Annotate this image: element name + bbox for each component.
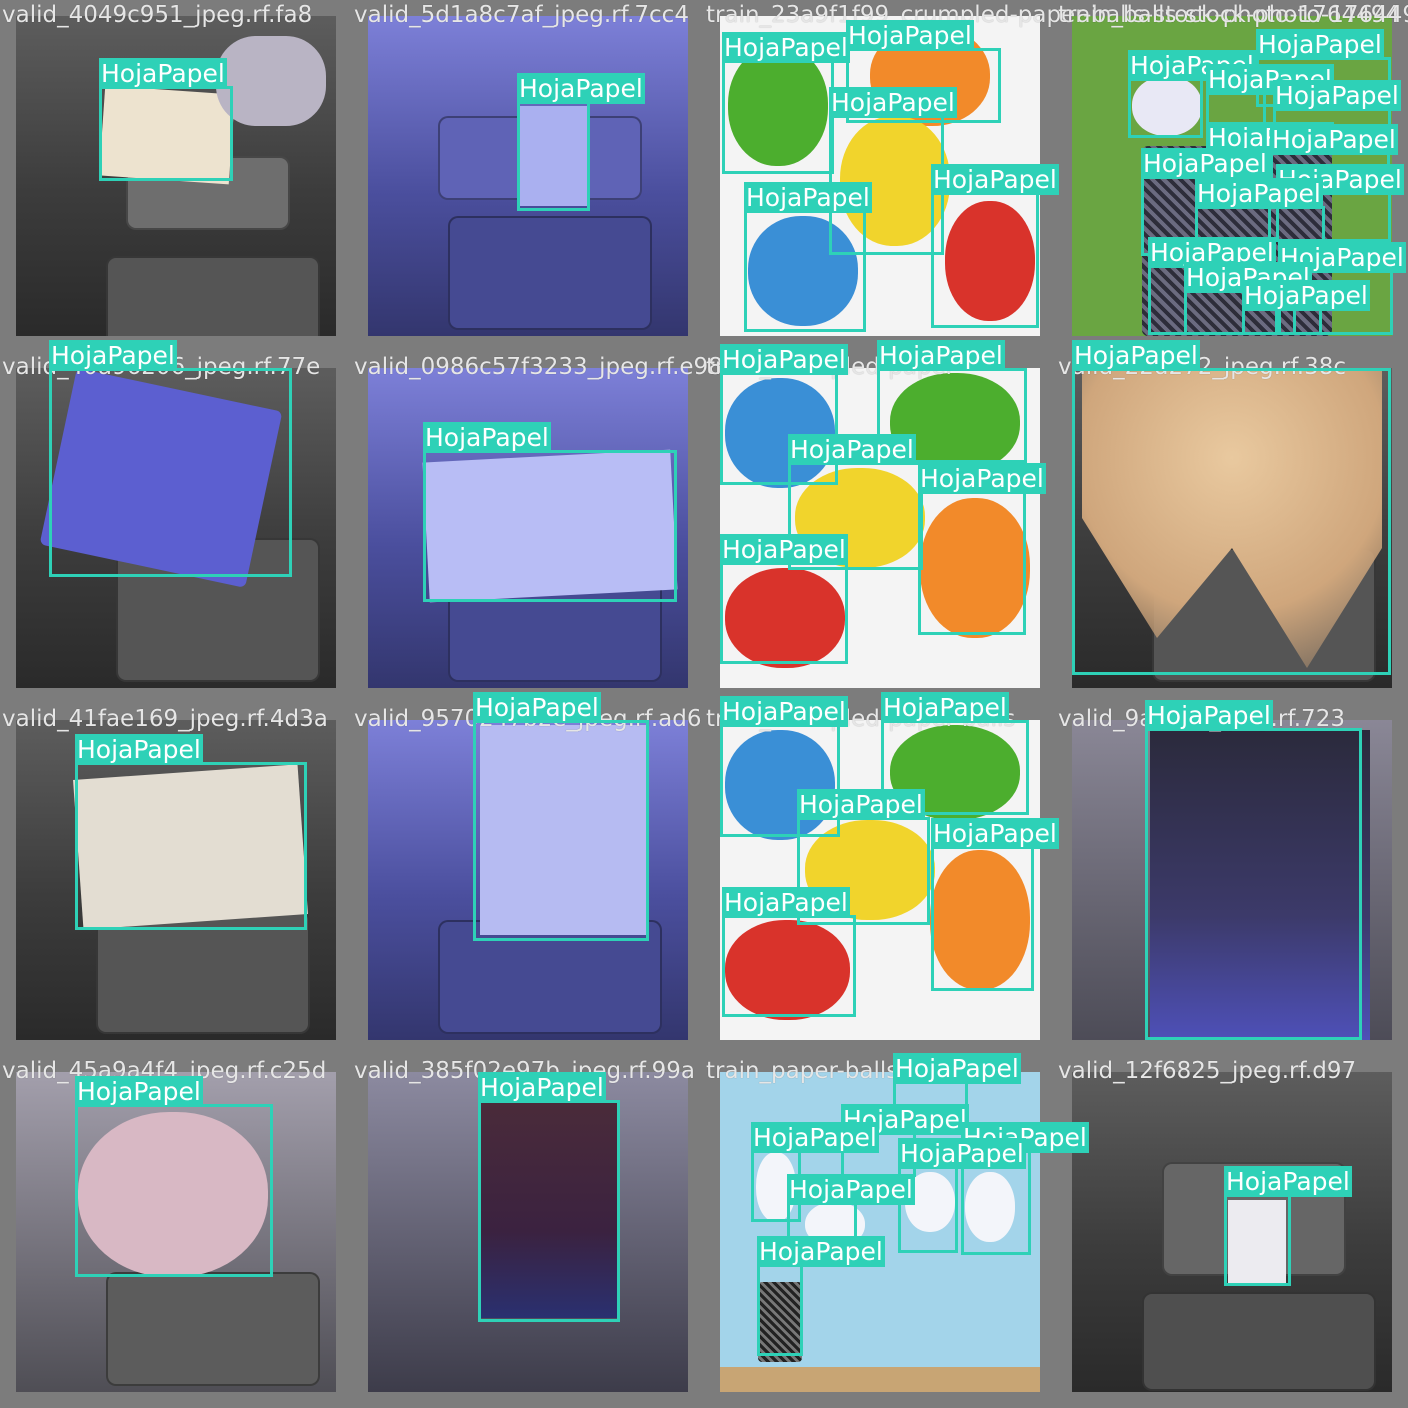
bounding-box: HojaPapel — [722, 32, 850, 174]
bounding-box: HojaPapel — [99, 58, 233, 181]
bounding-box: HojaPapel — [478, 1072, 620, 1322]
box-label: HojaPapel — [99, 58, 227, 89]
mosaic-tile-8: valid_22d272_jpeg.rf.38c HojaPapel — [1056, 340, 1408, 704]
mosaic-tile-3: train_23a9f1f99_crumpled-paper-balls-sto… — [704, 0, 1400, 352]
box-label: HojaPapel — [1072, 340, 1200, 371]
mosaic-tile-10: valid_9570247b2e_jpeg.rf.ad6 HojaPapel — [352, 692, 704, 1056]
box-label: HojaPapel — [1273, 80, 1401, 111]
box-label: HojaPapel — [720, 344, 848, 375]
box-label: HojaPapel — [829, 87, 957, 118]
wooden-floor — [720, 1367, 1040, 1392]
mosaic-tile-15: train_paper-balls-wall HojaPapel HojaPap… — [704, 1053, 1089, 1408]
box-label: HojaPapel — [787, 1174, 915, 1205]
bounding-box: HojaPapel — [757, 1236, 885, 1356]
box-label: HojaPapel — [931, 818, 1059, 849]
mosaic-tile-16: valid_12f6825_jpeg.rf.d97 HojaPapel — [1056, 1056, 1408, 1408]
bounding-box: HojaPapel — [423, 422, 677, 602]
bounding-box: HojaPapel — [75, 1076, 273, 1277]
bounding-box: HojaPapel — [931, 818, 1059, 991]
box-label: HojaPapel — [744, 182, 872, 213]
bin-lid — [106, 256, 320, 336]
box-label: HojaPapel — [788, 434, 916, 465]
bounding-box: HojaPapel — [1128, 50, 1256, 138]
box-label: HojaPapel — [473, 692, 601, 723]
bounding-box: HojaPapel — [1224, 1166, 1352, 1286]
bin-lid — [448, 216, 652, 330]
bounding-box: HojaPapel — [473, 692, 649, 941]
box-label: HojaPapel — [757, 1236, 885, 1267]
bounding-box: HojaPapel — [744, 182, 872, 332]
box-label: HojaPapel — [1270, 124, 1398, 155]
box-label: HojaPapel — [1141, 148, 1269, 179]
box-label: HojaPapel — [893, 1053, 1021, 1084]
bounding-box: HojaPapel — [75, 734, 307, 930]
mosaic-tile-1: valid_4049c951_jpeg.rf.fa8 HojaPapel — [0, 0, 352, 352]
mosaic-tile-13: valid_45a9a4f4_jpeg.rf.c25d HojaPapel — [0, 1056, 352, 1408]
bin-lid — [106, 1272, 320, 1386]
box-label: HojaPapel — [720, 534, 848, 565]
mosaic-tile-9: valid_41fae169_jpeg.rf.4d3a HojaPapel — [0, 704, 352, 1056]
mosaic-tile-7: train_crumpled-paper HojaPapel HojaPapel… — [704, 340, 1056, 704]
box-label: HojaPapel — [797, 789, 925, 820]
bin-lid — [1142, 1292, 1376, 1391]
bounding-box: HojaPapel — [720, 534, 848, 664]
box-label: HojaPapel — [75, 734, 203, 765]
box-label: HojaPapel — [1195, 178, 1323, 209]
box-label: HojaPapel — [918, 463, 1046, 494]
box-label: HojaPapel — [722, 887, 850, 918]
box-label: HojaPapel — [478, 1072, 606, 1103]
box-label: HojaPapel — [423, 422, 551, 453]
mosaic-tile-5: valid_40a96206_jpeg.rf.77e HojaPapel — [0, 340, 352, 704]
bounding-box: HojaPapel — [1072, 340, 1391, 675]
box-label: HojaPapel — [1256, 29, 1384, 60]
bounding-box: HojaPapel — [1145, 700, 1362, 1040]
mosaic-tile-12: valid_9ac4a0_jpeg.rf.723 HojaPapel — [1056, 700, 1408, 1056]
box-label: HojaPapel — [1145, 700, 1273, 731]
bounding-box: HojaPapel — [931, 164, 1059, 328]
mosaic-tile-14: valid_385f02e97b_jpeg.rf.99a HojaPapel — [352, 1056, 704, 1408]
bounding-box: HojaPapel — [722, 887, 856, 1017]
box-label: HojaPapel — [722, 32, 850, 63]
box-label: HojaPapel — [720, 696, 848, 727]
box-label: HojaPapel — [1224, 1166, 1352, 1197]
bounding-box: HojaPapel — [517, 73, 645, 211]
box-label: HojaPapel — [898, 1138, 1026, 1169]
box-label: HojaPapel — [517, 73, 645, 104]
mosaic-tile-11: train_crumpled-paper-balls HojaPapel Hoj… — [704, 692, 1059, 1056]
box-label: HojaPapel — [751, 1122, 879, 1153]
bounding-box: HojaPapel — [49, 340, 292, 577]
bounding-box: HojaPapel — [1242, 280, 1370, 335]
mosaic-tile-4: train_balls-stock-photo-17644941 HojaPap… — [1056, 0, 1408, 352]
box-label: HojaPapel — [1242, 280, 1370, 311]
box-label: HojaPapel — [846, 20, 974, 51]
box-label: HojaPapel — [877, 340, 1005, 371]
box-label: HojaPapel — [75, 1076, 203, 1107]
bounding-box: HojaPapel — [918, 463, 1046, 635]
mosaic-tile-2: valid_5d1a8c7af_jpeg.rf.7cc4 HojaPapel — [352, 0, 704, 352]
box-label: HojaPapel — [881, 692, 1009, 723]
mosaic-tile-6: valid_0986c57f3233_jpeg.rf.e98 HojaPapel — [352, 352, 723, 704]
box-label: HojaPapel — [931, 164, 1059, 195]
box-label: HojaPapel — [49, 340, 177, 371]
